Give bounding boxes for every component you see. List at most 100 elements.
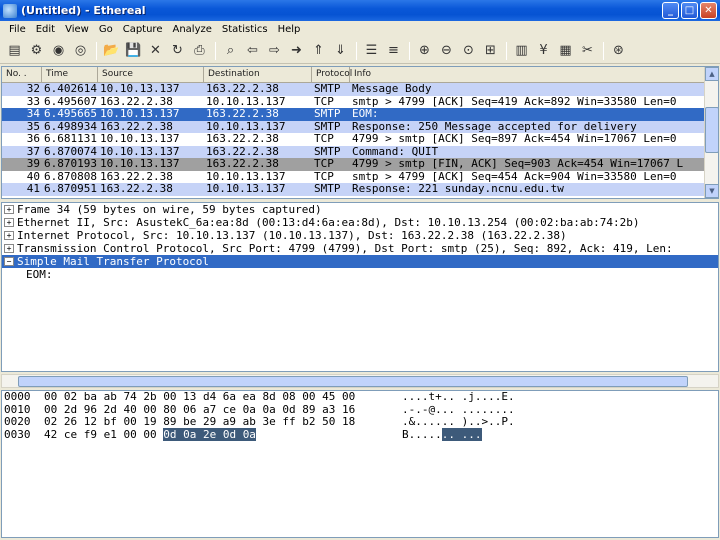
packet-protocol: TCP: [314, 95, 334, 108]
scroll-up-icon[interactable]: ▲: [705, 67, 718, 81]
detail-tree-item[interactable]: + Frame 34 (59 bytes on wire, 59 bytes ca…: [2, 203, 718, 216]
hex-offset: 0030: [4, 427, 31, 441]
column-header-no[interactable]: No. .: [2, 67, 42, 82]
find-packet-icon[interactable]: ⌕: [220, 41, 241, 61]
packet-source: 10.10.13.137: [100, 145, 180, 158]
auto-scroll-icon[interactable]: ≡: [383, 41, 404, 61]
expand-toggle-icon[interactable]: −: [4, 257, 14, 266]
horizontal-scroll-thumb[interactable]: [18, 376, 688, 387]
detail-tree-item[interactable]: + Internet Protocol, Src: 10.10.13.137 (1…: [2, 229, 718, 242]
open-file-icon[interactable]: 📂: [101, 41, 122, 61]
packet-protocol: TCP: [314, 158, 334, 170]
menu-help[interactable]: Help: [273, 24, 306, 35]
packet-bytes: 0000 00 02 ba ab 74 2b 00 13 d4 6a ea 8d…: [1, 390, 719, 538]
packet-no: 39: [26, 158, 40, 170]
zoom-normal-icon[interactable]: ⊙: [458, 41, 479, 61]
save-icon[interactable]: 💾: [123, 41, 144, 61]
column-header-protocol[interactable]: Protocol: [312, 67, 352, 82]
expand-toggle-icon[interactable]: +: [4, 244, 14, 253]
packet-info: 4799 > smtp [ACK] Seq=897 Ack=454 Win=17…: [352, 133, 677, 145]
hex-row[interactable]: 0030 42 ce f9 e1 00 00 0d 0a 2e 0d 0a B.…: [2, 427, 718, 442]
detail-text: Frame 34 (59 bytes on wire, 59 bytes cap…: [17, 203, 322, 216]
toolbar-separator: [96, 41, 97, 60]
column-header-time[interactable]: Time: [42, 67, 98, 82]
column-header-info[interactable]: Info: [350, 67, 718, 82]
column-header-destination[interactable]: Destination: [204, 67, 312, 82]
menu-edit[interactable]: Edit: [31, 24, 60, 35]
packet-source: 163.22.2.38: [100, 120, 173, 133]
details-horizontal-scrollbar[interactable]: [1, 374, 719, 388]
zoom-out-icon[interactable]: ⊖: [436, 41, 457, 61]
packet-no: 35: [26, 120, 40, 133]
start-capture-icon[interactable]: ◉: [48, 41, 69, 61]
packet-info: Command: QUIT: [352, 145, 439, 158]
menu-go[interactable]: Go: [94, 24, 118, 35]
detail-tree-item[interactable]: + Transmission Control Protocol, Src Port…: [2, 242, 718, 255]
packet-row[interactable]: 40 6.870808 163.22.2.38 10.10.13.137 TCP smtp…: [2, 170, 718, 183]
packet-protocol: SMTP: [314, 183, 341, 195]
scroll-thumb[interactable]: [705, 107, 718, 153]
coloring-rules-icon[interactable]: ▦: [555, 41, 576, 61]
packet-time: 6.870193: [44, 158, 97, 170]
go-first-icon[interactable]: ⇑: [308, 41, 329, 61]
packet-protocol: TCP: [314, 133, 334, 145]
column-header-source[interactable]: Source: [98, 67, 204, 82]
close-button[interactable]: ✕: [700, 2, 717, 19]
toolbar-separator: [506, 41, 507, 60]
go-to-packet-icon[interactable]: ➜: [286, 41, 307, 61]
zoom-in-icon[interactable]: ⊕: [414, 41, 435, 61]
packet-row[interactable]: 39 6.870193 10.10.13.137 163.22.2.38 TCP 4799…: [2, 158, 718, 171]
packet-details: + Frame 34 (59 bytes on wire, 59 bytes ca…: [1, 202, 719, 372]
packet-list-scrollbar[interactable]: ▲ ▼: [704, 67, 718, 198]
packet-time: 6.402614: [44, 83, 97, 95]
colorize-icon[interactable]: ☰: [361, 41, 382, 61]
scroll-down-icon[interactable]: ▼: [705, 184, 718, 198]
packet-row[interactable]: 37 6.870074 10.10.13.137 163.22.2.38 SMTP Com…: [2, 145, 718, 158]
hex-row[interactable]: 0000 00 02 ba ab 74 2b 00 13 d4 6a ea 8d…: [2, 391, 718, 404]
interface-list-icon[interactable]: ▤: [4, 41, 25, 61]
packet-source: 10.10.13.137: [100, 158, 180, 170]
packet-row[interactable]: 34 6.495665 10.10.13.137 163.22.2.38 SMTP EOM…: [2, 108, 718, 121]
packet-time: 6.681131: [44, 133, 97, 145]
detail-tree-item[interactable]: − Simple Mail Transfer Protocol: [2, 255, 718, 268]
print-icon[interactable]: ⎙: [189, 41, 210, 61]
capture-filters-icon[interactable]: ▥: [511, 41, 532, 61]
packet-row[interactable]: 35 6.498934 163.22.2.38 10.10.13.137 SMTP Res…: [2, 120, 718, 133]
help-icon[interactable]: ⊛: [608, 41, 629, 61]
packet-no: 34: [26, 108, 40, 120]
resize-columns-icon[interactable]: ⊞: [480, 41, 501, 61]
menu-view[interactable]: View: [60, 24, 94, 35]
packet-row[interactable]: 36 6.681131 10.10.13.137 163.22.2.38 TCP 4799…: [2, 133, 718, 146]
menu-statistics[interactable]: Statistics: [217, 24, 273, 35]
preferences-icon[interactable]: ✂: [577, 41, 598, 61]
packet-row[interactable]: 32 6.402614 10.10.13.137 163.22.2.38 SMTP Mes…: [2, 83, 718, 96]
packet-info: smtp > 4799 [ACK] Seq=419 Ack=892 Win=33…: [352, 95, 677, 108]
detail-tree-item[interactable]: EOM:: [2, 268, 718, 281]
packet-time: 6.495665: [44, 108, 97, 120]
menu-file[interactable]: File: [4, 24, 31, 35]
go-last-icon[interactable]: ⇓: [330, 41, 351, 61]
packet-info: Response: 221 sunday.ncnu.edu.tw: [352, 183, 564, 195]
packet-destination: 163.22.2.38: [206, 145, 279, 158]
menu-capture[interactable]: Capture: [118, 24, 168, 35]
hex-offset: 0000: [4, 390, 31, 403]
packet-row[interactable]: 41 6.870951 163.22.2.38 10.10.13.137 SMTP Res…: [2, 183, 718, 196]
detail-text: EOM:: [26, 268, 53, 281]
window-title: (Untitled) - Ethereal: [21, 4, 146, 17]
menu-analyze[interactable]: Analyze: [167, 24, 216, 35]
packet-row[interactable]: 33 6.495607 163.22.2.38 10.10.13.137 TCP smtp…: [2, 95, 718, 108]
expand-toggle-icon[interactable]: +: [4, 218, 14, 227]
display-filters-icon[interactable]: ¥: [533, 41, 554, 61]
restart-capture-icon[interactable]: ◎: [70, 41, 91, 61]
expand-toggle-icon[interactable]: +: [4, 205, 14, 214]
reload-icon[interactable]: ↻: [167, 41, 188, 61]
hex-offset: 0020: [4, 415, 31, 428]
go-back-icon[interactable]: ⇦: [242, 41, 263, 61]
detail-tree-item[interactable]: + Ethernet II, Src: AsustekC_6a:ea:8d (00…: [2, 216, 718, 229]
minimize-button[interactable]: _: [662, 2, 679, 19]
maximize-button[interactable]: □: [681, 2, 698, 19]
go-forward-icon[interactable]: ⇨: [264, 41, 285, 61]
capture-options-icon[interactable]: ⚙: [26, 41, 47, 61]
close-file-icon[interactable]: ✕: [145, 41, 166, 61]
expand-toggle-icon[interactable]: +: [4, 231, 14, 240]
